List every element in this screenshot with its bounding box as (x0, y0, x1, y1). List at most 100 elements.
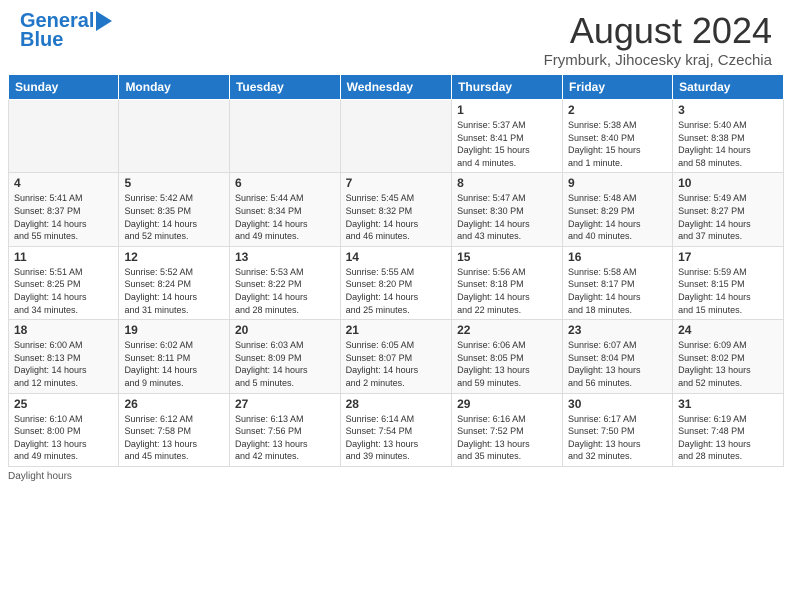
day-number: 12 (124, 250, 224, 264)
calendar-day: 29 Sunrise: 6:16 AM Sunset: 7:52 PM Dayli… (452, 393, 563, 466)
header-saturday: Saturday (673, 75, 784, 100)
day-info: Sunrise: 6:13 AM Sunset: 7:56 PM Dayligh… (235, 413, 335, 463)
day-number: 25 (14, 397, 113, 411)
day-number: 21 (346, 323, 446, 337)
day-info: Sunrise: 6:10 AM Sunset: 8:00 PM Dayligh… (14, 413, 113, 463)
day-info: Sunrise: 5:42 AM Sunset: 8:35 PM Dayligh… (124, 192, 224, 242)
day-number: 22 (457, 323, 557, 337)
calendar-day: 25 Sunrise: 6:10 AM Sunset: 8:00 PM Dayli… (9, 393, 119, 466)
footer: Daylight hours (0, 467, 792, 486)
day-info: Sunrise: 6:12 AM Sunset: 7:58 PM Dayligh… (124, 413, 224, 463)
calendar-day: 11 Sunrise: 5:51 AM Sunset: 8:25 PM Dayli… (9, 246, 119, 319)
day-number: 5 (124, 176, 224, 190)
day-info: Sunrise: 6:16 AM Sunset: 7:52 PM Dayligh… (457, 413, 557, 463)
day-info: Sunrise: 5:37 AM Sunset: 8:41 PM Dayligh… (457, 119, 557, 169)
calendar-day: 19 Sunrise: 6:02 AM Sunset: 8:11 PM Dayli… (119, 320, 230, 393)
day-info: Sunrise: 5:45 AM Sunset: 8:32 PM Dayligh… (346, 192, 446, 242)
day-info: Sunrise: 6:14 AM Sunset: 7:54 PM Dayligh… (346, 413, 446, 463)
day-number: 19 (124, 323, 224, 337)
day-info: Sunrise: 5:51 AM Sunset: 8:25 PM Dayligh… (14, 266, 113, 316)
day-number: 16 (568, 250, 667, 264)
day-info: Sunrise: 6:17 AM Sunset: 7:50 PM Dayligh… (568, 413, 667, 463)
calendar-day: 9Sunrise: 5:48 AM Sunset: 8:29 PM Daylig… (563, 173, 673, 246)
location: Frymburk, Jihocesky kraj, Czechia (544, 52, 772, 69)
day-number: 10 (678, 176, 778, 190)
day-number: 15 (457, 250, 557, 264)
day-info: Sunrise: 6:19 AM Sunset: 7:48 PM Dayligh… (678, 413, 778, 463)
calendar-day: 2 Sunrise: 5:38 AM Sunset: 8:40 PM Daylig… (563, 100, 673, 173)
day-number: 7 (346, 176, 446, 190)
day-number: 4 (14, 176, 113, 190)
calendar-day (119, 100, 230, 173)
calendar-day: 1 Sunrise: 5:37 AM Sunset: 8:41 PM Daylig… (452, 100, 563, 173)
day-info: Sunrise: 6:02 AM Sunset: 8:11 PM Dayligh… (124, 339, 224, 389)
day-info: Sunrise: 6:00 AM Sunset: 8:13 PM Dayligh… (14, 339, 113, 389)
logo: General Blue (20, 10, 112, 52)
day-info: Sunrise: 6:09 AM Sunset: 8:02 PM Dayligh… (678, 339, 778, 389)
day-info: Sunrise: 5:48 AM Sunset: 8:29 PM Dayligh… (568, 192, 667, 242)
logo-triangle-icon (96, 11, 112, 31)
day-number: 11 (14, 250, 113, 264)
calendar-day (229, 100, 340, 173)
calendar-day: 15 Sunrise: 5:56 AM Sunset: 8:18 PM Dayli… (452, 246, 563, 319)
calendar-day (9, 100, 119, 173)
day-info: Sunrise: 6:07 AM Sunset: 8:04 PM Dayligh… (568, 339, 667, 389)
day-info: Sunrise: 5:38 AM Sunset: 8:40 PM Dayligh… (568, 119, 667, 169)
page-container: General Blue August 2024 Frymburk, Jihoc… (0, 0, 792, 486)
day-info: Sunrise: 5:58 AM Sunset: 8:17 PM Dayligh… (568, 266, 667, 316)
day-info: Sunrise: 5:49 AM Sunset: 8:27 PM Dayligh… (678, 192, 778, 242)
day-number: 24 (678, 323, 778, 337)
day-info: Sunrise: 5:59 AM Sunset: 8:15 PM Dayligh… (678, 266, 778, 316)
calendar-week-row: 18 Sunrise: 6:00 AM Sunset: 8:13 PM Dayli… (9, 320, 784, 393)
day-number: 31 (678, 397, 778, 411)
calendar-day: 30 Sunrise: 6:17 AM Sunset: 7:50 PM Dayli… (563, 393, 673, 466)
calendar-header-row: Sunday Monday Tuesday Wednesday Thursday… (9, 75, 784, 100)
calendar-day: 28 Sunrise: 6:14 AM Sunset: 7:54 PM Dayli… (340, 393, 451, 466)
calendar-day: 8 Sunrise: 5:47 AM Sunset: 8:30 PM Daylig… (452, 173, 563, 246)
logo-blue-text: Blue (20, 29, 63, 52)
header: General Blue August 2024 Frymburk, Jihoc… (0, 0, 792, 74)
day-number: 28 (346, 397, 446, 411)
calendar-day: 4Sunrise: 5:41 AM Sunset: 8:37 PM Daylig… (9, 173, 119, 246)
day-number: 18 (14, 323, 113, 337)
calendar-wrapper: Sunday Monday Tuesday Wednesday Thursday… (0, 74, 792, 467)
daylight-label: Daylight hours (8, 471, 72, 482)
header-wednesday: Wednesday (340, 75, 451, 100)
day-number: 29 (457, 397, 557, 411)
calendar-day: 17 Sunrise: 5:59 AM Sunset: 8:15 PM Dayli… (673, 246, 784, 319)
calendar-day: 21 Sunrise: 6:05 AM Sunset: 8:07 PM Dayli… (340, 320, 451, 393)
day-number: 23 (568, 323, 667, 337)
calendar-day: 16 Sunrise: 5:58 AM Sunset: 8:17 PM Dayli… (563, 246, 673, 319)
day-number: 13 (235, 250, 335, 264)
calendar-day: 24 Sunrise: 6:09 AM Sunset: 8:02 PM Dayli… (673, 320, 784, 393)
calendar-day: 3Sunrise: 5:40 AM Sunset: 8:38 PM Daylig… (673, 100, 784, 173)
day-info: Sunrise: 6:05 AM Sunset: 8:07 PM Dayligh… (346, 339, 446, 389)
day-number: 30 (568, 397, 667, 411)
calendar-day: 26 Sunrise: 6:12 AM Sunset: 7:58 PM Dayli… (119, 393, 230, 466)
day-number: 26 (124, 397, 224, 411)
title-section: August 2024 Frymburk, Jihocesky kraj, Cz… (544, 10, 772, 69)
header-tuesday: Tuesday (229, 75, 340, 100)
calendar-week-row: 11 Sunrise: 5:51 AM Sunset: 8:25 PM Dayli… (9, 246, 784, 319)
day-info: Sunrise: 5:47 AM Sunset: 8:30 PM Dayligh… (457, 192, 557, 242)
calendar-day: 5 Sunrise: 5:42 AM Sunset: 8:35 PM Daylig… (119, 173, 230, 246)
calendar-day: 20Sunrise: 6:03 AM Sunset: 8:09 PM Dayli… (229, 320, 340, 393)
day-number: 2 (568, 103, 667, 117)
calendar-day: 31 Sunrise: 6:19 AM Sunset: 7:48 PM Dayli… (673, 393, 784, 466)
day-number: 14 (346, 250, 446, 264)
day-info: Sunrise: 5:40 AM Sunset: 8:38 PM Dayligh… (678, 119, 778, 169)
calendar-week-row: 25 Sunrise: 6:10 AM Sunset: 8:00 PM Dayli… (9, 393, 784, 466)
day-info: Sunrise: 5:52 AM Sunset: 8:24 PM Dayligh… (124, 266, 224, 316)
day-info: Sunrise: 5:44 AM Sunset: 8:34 PM Dayligh… (235, 192, 335, 242)
header-sunday: Sunday (9, 75, 119, 100)
day-number: 1 (457, 103, 557, 117)
calendar-table: Sunday Monday Tuesday Wednesday Thursday… (8, 74, 784, 467)
calendar-day (340, 100, 451, 173)
day-number: 6 (235, 176, 335, 190)
day-info: Sunrise: 5:56 AM Sunset: 8:18 PM Dayligh… (457, 266, 557, 316)
day-number: 27 (235, 397, 335, 411)
day-number: 17 (678, 250, 778, 264)
day-info: Sunrise: 6:06 AM Sunset: 8:05 PM Dayligh… (457, 339, 557, 389)
day-number: 8 (457, 176, 557, 190)
calendar-day: 6 Sunrise: 5:44 AM Sunset: 8:34 PM Daylig… (229, 173, 340, 246)
